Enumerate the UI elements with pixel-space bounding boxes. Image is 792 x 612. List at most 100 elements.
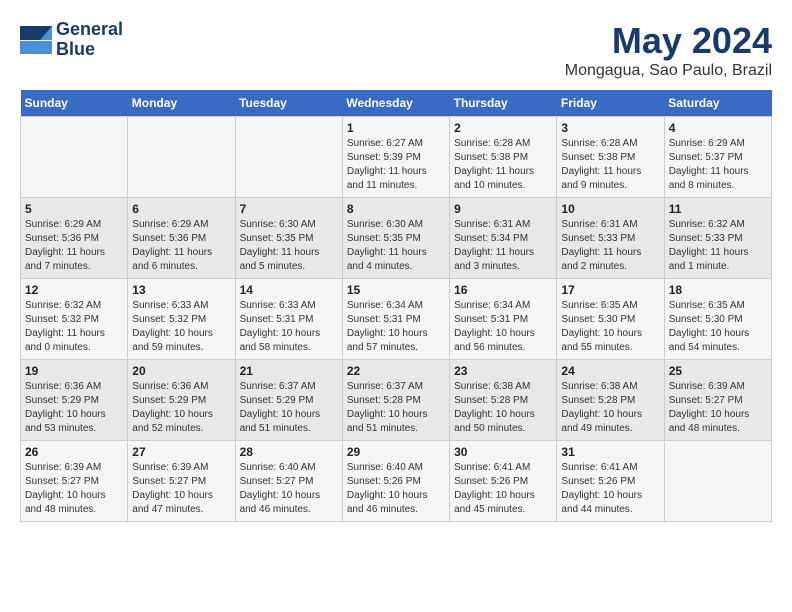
day-number: 15 <box>347 283 445 297</box>
day-number: 10 <box>561 202 659 216</box>
day-number: 18 <box>669 283 767 297</box>
day-number: 21 <box>240 364 338 378</box>
logo: General Blue <box>20 20 123 60</box>
calendar-week-row: 1 Sunrise: 6:27 AM Sunset: 5:39 PM Daylig… <box>21 117 772 198</box>
day-number: 31 <box>561 445 659 459</box>
calendar-cell: 24Sunrise: 6:38 AM Sunset: 5:28 PM Dayli… <box>557 360 664 441</box>
day-number: 1 <box>347 121 445 135</box>
day-info: Sunrise: 6:41 AM Sunset: 5:26 PM Dayligh… <box>454 461 552 517</box>
calendar-cell: 2 Sunrise: 6:28 AM Sunset: 5:38 PM Daylig… <box>450 117 557 198</box>
day-info: Sunrise: 6:41 AM Sunset: 5:26 PM Dayligh… <box>561 461 659 517</box>
calendar-cell: 16Sunrise: 6:34 AM Sunset: 5:31 PM Dayli… <box>450 279 557 360</box>
calendar-cell: 7 Sunrise: 6:30 AM Sunset: 5:35 PM Daylig… <box>235 198 342 279</box>
weekday-header: Thursday <box>450 90 557 117</box>
calendar-week-row: 19 Sunrise: 6:36 AM Sunset: 5:29 PM Dayli… <box>21 360 772 441</box>
calendar-cell: 30 Sunrise: 6:41 AM Sunset: 5:26 PM Dayli… <box>450 441 557 522</box>
day-number: 14 <box>240 283 338 297</box>
calendar-cell: 27Sunrise: 6:39 AM Sunset: 5:27 PM Dayli… <box>128 441 235 522</box>
day-number: 27 <box>132 445 230 459</box>
calendar-cell: 3 Sunrise: 6:28 AM Sunset: 5:38 PM Daylig… <box>557 117 664 198</box>
logo-line2: Blue <box>56 40 123 60</box>
day-info: Sunrise: 6:39 AM Sunset: 5:27 PM Dayligh… <box>25 461 123 517</box>
day-number: 20 <box>132 364 230 378</box>
day-number: 7 <box>240 202 338 216</box>
day-info: Sunrise: 6:28 AM Sunset: 5:38 PM Dayligh… <box>561 137 659 193</box>
calendar-cell: 12 Sunrise: 6:32 AM Sunset: 5:32 PM Dayli… <box>21 279 128 360</box>
calendar-week-row: 26 Sunrise: 6:39 AM Sunset: 5:27 PM Dayli… <box>21 441 772 522</box>
day-number: 29 <box>347 445 445 459</box>
day-info: Sunrise: 6:31 AM Sunset: 5:33 PM Dayligh… <box>561 218 659 274</box>
calendar-cell: 8 Sunrise: 6:30 AM Sunset: 5:35 PM Daylig… <box>342 198 449 279</box>
day-info: Sunrise: 6:34 AM Sunset: 5:31 PM Dayligh… <box>347 299 445 355</box>
calendar-cell: 18 Sunrise: 6:35 AM Sunset: 5:30 PM Dayli… <box>664 279 771 360</box>
calendar-cell: 28Sunrise: 6:40 AM Sunset: 5:27 PM Dayli… <box>235 441 342 522</box>
day-number: 22 <box>347 364 445 378</box>
day-info: Sunrise: 6:37 AM Sunset: 5:29 PM Dayligh… <box>240 380 338 436</box>
day-info: Sunrise: 6:29 AM Sunset: 5:37 PM Dayligh… <box>669 137 767 193</box>
day-number: 11 <box>669 202 767 216</box>
day-number: 24 <box>561 364 659 378</box>
calendar-week-row: 5 Sunrise: 6:29 AM Sunset: 5:36 PM Daylig… <box>21 198 772 279</box>
day-info: Sunrise: 6:34 AM Sunset: 5:31 PM Dayligh… <box>454 299 552 355</box>
day-number: 9 <box>454 202 552 216</box>
day-info: Sunrise: 6:33 AM Sunset: 5:32 PM Dayligh… <box>132 299 230 355</box>
weekday-header: Saturday <box>664 90 771 117</box>
day-number: 23 <box>454 364 552 378</box>
day-info: Sunrise: 6:33 AM Sunset: 5:31 PM Dayligh… <box>240 299 338 355</box>
calendar-cell: 21 Sunrise: 6:37 AM Sunset: 5:29 PM Dayli… <box>235 360 342 441</box>
calendar-cell: 23 Sunrise: 6:38 AM Sunset: 5:28 PM Dayli… <box>450 360 557 441</box>
calendar-cell: 10 Sunrise: 6:31 AM Sunset: 5:33 PM Dayli… <box>557 198 664 279</box>
day-number: 30 <box>454 445 552 459</box>
day-info: Sunrise: 6:37 AM Sunset: 5:28 PM Dayligh… <box>347 380 445 436</box>
calendar-cell: 4 Sunrise: 6:29 AM Sunset: 5:37 PM Daylig… <box>664 117 771 198</box>
day-info: Sunrise: 6:30 AM Sunset: 5:35 PM Dayligh… <box>347 218 445 274</box>
calendar-cell: 19 Sunrise: 6:36 AM Sunset: 5:29 PM Dayli… <box>21 360 128 441</box>
day-info: Sunrise: 6:29 AM Sunset: 5:36 PM Dayligh… <box>132 218 230 274</box>
day-info: Sunrise: 6:32 AM Sunset: 5:32 PM Dayligh… <box>25 299 123 355</box>
day-info: Sunrise: 6:28 AM Sunset: 5:38 PM Dayligh… <box>454 137 552 193</box>
calendar-cell: 9 Sunrise: 6:31 AM Sunset: 5:34 PM Daylig… <box>450 198 557 279</box>
day-info: Sunrise: 6:31 AM Sunset: 5:34 PM Dayligh… <box>454 218 552 274</box>
subtitle: Mongagua, Sao Paulo, Brazil <box>565 62 772 80</box>
calendar-cell: 25Sunrise: 6:39 AM Sunset: 5:27 PM Dayli… <box>664 360 771 441</box>
day-info: Sunrise: 6:36 AM Sunset: 5:29 PM Dayligh… <box>25 380 123 436</box>
day-info: Sunrise: 6:38 AM Sunset: 5:28 PM Dayligh… <box>454 380 552 436</box>
calendar-cell: 17 Sunrise: 6:35 AM Sunset: 5:30 PM Dayli… <box>557 279 664 360</box>
calendar-cell: 14 Sunrise: 6:33 AM Sunset: 5:31 PM Dayli… <box>235 279 342 360</box>
title-area: May 2024 Mongagua, Sao Paulo, Brazil <box>565 20 772 80</box>
calendar-cell <box>21 117 128 198</box>
calendar-table: SundayMondayTuesdayWednesdayThursdayFrid… <box>20 90 772 522</box>
calendar-cell <box>128 117 235 198</box>
calendar-cell: 20 Sunrise: 6:36 AM Sunset: 5:29 PM Dayli… <box>128 360 235 441</box>
logo-line1: General <box>56 20 123 40</box>
calendar-cell: 5 Sunrise: 6:29 AM Sunset: 5:36 PM Daylig… <box>21 198 128 279</box>
day-info: Sunrise: 6:36 AM Sunset: 5:29 PM Dayligh… <box>132 380 230 436</box>
day-info: Sunrise: 6:35 AM Sunset: 5:30 PM Dayligh… <box>669 299 767 355</box>
day-number: 8 <box>347 202 445 216</box>
day-number: 28 <box>240 445 338 459</box>
calendar-cell <box>235 117 342 198</box>
day-number: 26 <box>25 445 123 459</box>
day-info: Sunrise: 6:35 AM Sunset: 5:30 PM Dayligh… <box>561 299 659 355</box>
day-number: 12 <box>25 283 123 297</box>
header: General Blue May 2024 Mongagua, Sao Paul… <box>20 20 772 80</box>
day-number: 4 <box>669 121 767 135</box>
day-info: Sunrise: 6:40 AM Sunset: 5:26 PM Dayligh… <box>347 461 445 517</box>
calendar-cell: 22 Sunrise: 6:37 AM Sunset: 5:28 PM Dayli… <box>342 360 449 441</box>
day-number: 19 <box>25 364 123 378</box>
day-number: 5 <box>25 202 123 216</box>
day-info: Sunrise: 6:27 AM Sunset: 5:39 PM Dayligh… <box>347 137 445 193</box>
weekday-header: Friday <box>557 90 664 117</box>
day-number: 3 <box>561 121 659 135</box>
day-info: Sunrise: 6:32 AM Sunset: 5:33 PM Dayligh… <box>669 218 767 274</box>
calendar-cell: 15 Sunrise: 6:34 AM Sunset: 5:31 PM Dayli… <box>342 279 449 360</box>
day-number: 17 <box>561 283 659 297</box>
day-info: Sunrise: 6:30 AM Sunset: 5:35 PM Dayligh… <box>240 218 338 274</box>
day-info: Sunrise: 6:29 AM Sunset: 5:36 PM Dayligh… <box>25 218 123 274</box>
weekday-header: Sunday <box>21 90 128 117</box>
day-number: 25 <box>669 364 767 378</box>
calendar-cell: 13Sunrise: 6:33 AM Sunset: 5:32 PM Dayli… <box>128 279 235 360</box>
calendar-cell <box>664 441 771 522</box>
day-number: 2 <box>454 121 552 135</box>
calendar-cell: 29 Sunrise: 6:40 AM Sunset: 5:26 PM Dayli… <box>342 441 449 522</box>
